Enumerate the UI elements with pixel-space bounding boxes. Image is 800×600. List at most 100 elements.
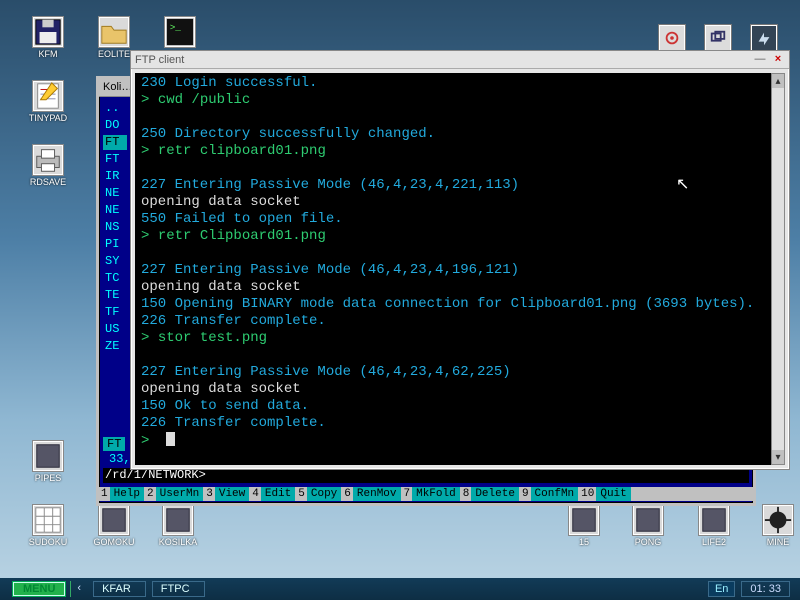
terminal-line: 150 Opening BINARY mode data connection … (141, 296, 779, 313)
terminal-line: opening data socket (141, 381, 779, 398)
ftp-window: FTP client — × 230 Login successful.> cw… (130, 50, 790, 470)
kfar-row[interactable]: NE (103, 186, 127, 201)
tray-settings[interactable] (658, 24, 686, 52)
taskbar: MENU ‹ KFAR FTPC En 01: 33 (0, 578, 800, 600)
tray-system[interactable] (750, 24, 778, 52)
ftp-titlebar[interactable]: FTP client — × (131, 51, 789, 69)
menu-button[interactable]: MENU (12, 581, 66, 597)
fkey-edit[interactable]: 4Edit (250, 487, 296, 501)
fkey-help[interactable]: 1Help (99, 487, 145, 501)
rect-icon (568, 504, 600, 536)
fkey-renmov[interactable]: 6RenMov (342, 487, 401, 501)
taskbar-task-kfar[interactable]: KFAR (93, 581, 146, 597)
terminal-line: > retr clipboard01.png (141, 143, 779, 160)
printer-icon (32, 144, 64, 176)
desktop-icon-life2[interactable]: LIFE2 (686, 504, 742, 548)
terminal-line: 550 Failed to open file. (141, 211, 779, 228)
kfar-row[interactable]: SY (103, 254, 127, 269)
desktop-icon-pong[interactable]: PONG (620, 504, 676, 548)
kfar-row[interactable]: US (103, 322, 127, 337)
desktop-icon-label: KFM (20, 50, 76, 60)
desktop-icon-gomoku[interactable]: GOMOKU (86, 504, 142, 548)
tray-windows[interactable] (704, 24, 732, 52)
desktop-icon-tinypad[interactable]: TINYPAD (20, 80, 76, 124)
desktop-icon-15[interactable]: 15 (556, 504, 612, 548)
terminal-line: 227 Entering Passive Mode (46,4,23,4,62,… (141, 364, 779, 381)
desktop-icon-mine[interactable]: MINE (750, 504, 800, 548)
fkey-usermn[interactable]: 2UserMn (145, 487, 204, 501)
kfar-row[interactable]: PI (103, 237, 127, 252)
kfar-row[interactable]: DO (103, 118, 127, 133)
rect-icon (632, 504, 664, 536)
rect-icon (162, 504, 194, 536)
desktop-icon-label: KOSILKA (150, 538, 206, 548)
terminal-line: 250 Directory successfully changed. (141, 126, 779, 143)
desktop-icon-label: GOMOKU (86, 538, 142, 548)
folder-icon (98, 16, 130, 48)
rect-icon (32, 440, 64, 472)
grid-icon (32, 504, 64, 536)
kfar-row[interactable]: FT (103, 152, 127, 167)
terminal-line (141, 109, 779, 126)
kfar-row[interactable]: FT (103, 135, 127, 150)
kfar-row[interactable]: TE (103, 288, 127, 303)
close-button[interactable]: × (771, 53, 785, 67)
ftp-terminal[interactable]: 230 Login successful.> cwd /public 250 D… (135, 73, 785, 465)
kfar-path: /rd/1/NETWORK> (103, 468, 749, 483)
terminal-line: 226 Transfer complete. (141, 313, 779, 330)
kfar-row[interactable]: TC (103, 271, 127, 286)
terminal-line: 227 Entering Passive Mode (46,4,23,4,196… (141, 262, 779, 279)
rect-icon (98, 504, 130, 536)
taskbar-divider: ‹ (70, 581, 87, 597)
taskbar-task-ftpc[interactable]: FTPC (152, 581, 205, 597)
terminal-line: opening data socket (141, 279, 779, 296)
desktop-icon-shell[interactable]: >_ (152, 16, 208, 50)
ftp-title-label: FTP client (135, 54, 749, 66)
svg-text:>_: >_ (170, 22, 182, 33)
terminal-line (141, 347, 779, 364)
terminal-line: 227 Entering Passive Mode (46,4,23,4,221… (141, 177, 779, 194)
terminal-line (141, 160, 779, 177)
desktop-icon-label: MINE (750, 538, 800, 548)
fkey-view[interactable]: 3View (204, 487, 250, 501)
desktop-icon-kosilka[interactable]: KOSILKA (150, 504, 206, 548)
desktop-icon-sudoku[interactable]: SUDOKU (20, 504, 76, 548)
terminal-line: 226 Transfer complete. (141, 415, 779, 432)
terminal-line: 150 Ok to send data. (141, 398, 779, 415)
desktop-icon-label: PONG (620, 538, 676, 548)
scrollbar-down[interactable]: ▾ (772, 450, 784, 464)
rect-icon (698, 504, 730, 536)
minimize-button[interactable]: — (753, 53, 767, 67)
fkey-copy[interactable]: 5Copy (296, 487, 342, 501)
desktop-icon-label: 15 (556, 538, 612, 548)
fkey-mkfold[interactable]: 7MkFold (402, 487, 461, 501)
kfar-row[interactable]: NS (103, 220, 127, 235)
floppy-icon (32, 16, 64, 48)
desktop-icon-pipes[interactable]: PIPES (20, 440, 76, 484)
desktop-icon-label: PIPES (20, 474, 76, 484)
desktop-icon-label: SUDOKU (20, 538, 76, 548)
kfar-row[interactable]: IR (103, 169, 127, 184)
terminal-line: > (141, 432, 779, 450)
kfar-row[interactable]: .. (103, 101, 127, 116)
taskbar-clock: 01: 33 (741, 581, 790, 597)
desktop-icon-label: TINYPAD (20, 114, 76, 124)
taskbar-lang[interactable]: En (708, 581, 735, 597)
mine-icon (762, 504, 794, 536)
kfar-row[interactable]: NE (103, 203, 127, 218)
fkey-quit[interactable]: 10Quit (579, 487, 632, 501)
notepad-icon (32, 80, 64, 112)
scrollbar-up[interactable]: ▴ (772, 74, 784, 88)
terminal-line: opening data socket (141, 194, 779, 211)
desktop-icon-kfm[interactable]: KFM (20, 16, 76, 60)
term-icon: >_ (164, 16, 196, 48)
fkey-delete[interactable]: 8Delete (461, 487, 520, 501)
desktop-icon-rdsave[interactable]: RDSAVE (20, 144, 76, 188)
terminal-line (141, 245, 779, 262)
terminal-line: 230 Login successful. (141, 75, 779, 92)
terminal-line: > stor test.png (141, 330, 779, 347)
terminal-line: > retr Clipboard01.png (141, 228, 779, 245)
kfar-row[interactable]: ZE (103, 339, 127, 354)
kfar-row[interactable]: TF (103, 305, 127, 320)
fkey-confmn[interactable]: 9ConfMn (520, 487, 579, 501)
